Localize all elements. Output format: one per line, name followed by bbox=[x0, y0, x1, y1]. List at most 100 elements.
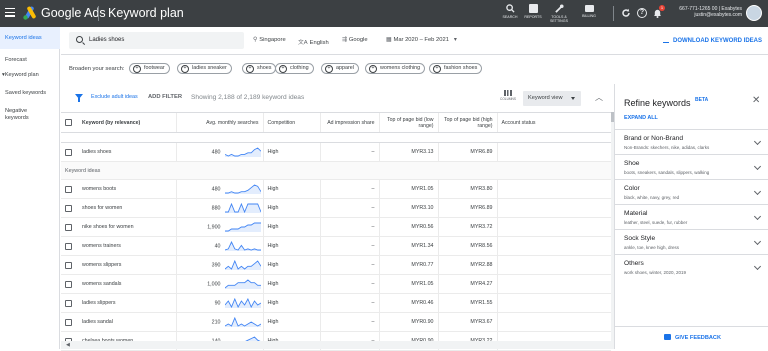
filter-funnel-icon[interactable] bbox=[75, 94, 83, 102]
searches-cell: 390 bbox=[175, 255, 263, 275]
broaden-chip[interactable]: womens clothing bbox=[365, 63, 426, 74]
refine-section-title: Shoe bbox=[624, 160, 640, 167]
broaden-chip[interactable]: apparel bbox=[321, 63, 359, 74]
col-header-keyword[interactable]: Keyword (by relevance) bbox=[78, 112, 176, 133]
row-checkbox[interactable] bbox=[65, 223, 72, 231]
collapse-chevron-icon[interactable]: ︿ bbox=[595, 92, 605, 102]
download-label: DOWNLOAD KEYWORD IDEAS bbox=[673, 38, 762, 44]
col-header-competition[interactable]: Competition bbox=[262, 112, 320, 133]
translate-icon: 文A bbox=[298, 40, 308, 46]
keyword-cell: womens sandals bbox=[78, 274, 176, 294]
download-keyword-ideas-button[interactable]: DOWNLOAD KEYWORD IDEAS bbox=[663, 37, 762, 44]
chevron-down-icon[interactable] bbox=[753, 162, 762, 171]
searches-value: 1,900 bbox=[207, 224, 221, 231]
table-row[interactable]: nike shoes for women 1,900 High – MYR0.56 MYR… bbox=[61, 217, 611, 237]
expand-all-button[interactable]: EXPAND ALL bbox=[624, 115, 658, 121]
impression-share-cell: – bbox=[319, 217, 379, 237]
refine-section-options: work shoes, winter, 2020, 2019 bbox=[624, 270, 687, 275]
language-filter[interactable]: 文A English bbox=[298, 37, 329, 46]
trend-sparkline bbox=[224, 317, 261, 327]
avatar[interactable] bbox=[746, 5, 762, 21]
refine-section-title: Color bbox=[624, 185, 640, 192]
section-row: Keyword ideas bbox=[61, 161, 611, 180]
table-toolbar: Exclude adult ideas ADD FILTER Showing 2… bbox=[61, 84, 613, 112]
refine-section[interactable]: Shoe boots, sneakers, sandals, slippers, … bbox=[615, 154, 768, 180]
account-status-cell bbox=[496, 274, 611, 294]
refine-title: Refine keywords bbox=[624, 98, 691, 108]
broaden-chip[interactable]: clothing bbox=[275, 63, 314, 74]
columns-button[interactable]: COLUMNS bbox=[497, 90, 519, 101]
chevron-down-icon[interactable] bbox=[753, 262, 762, 271]
table-row[interactable]: womens trainers 40 High – MYR1.34 MYR8.56 bbox=[61, 236, 611, 256]
table-row[interactable]: womens sandals 1,000 High – MYR1.05 MYR4.27 bbox=[61, 274, 611, 294]
network-filter[interactable]: ⇶ Google bbox=[342, 37, 368, 43]
sidebar-item-saved-keywords[interactable]: Saved keywords bbox=[5, 90, 59, 97]
refine-section[interactable]: Sock Style ankle, toe, knee high, dress bbox=[615, 229, 768, 255]
chevron-down-icon[interactable] bbox=[753, 212, 762, 221]
col-header-bid-high[interactable]: Top of page bid (high range) bbox=[437, 112, 497, 133]
table-row[interactable]: shoes for women 880 High – MYR3.10 MYR6.89 bbox=[61, 198, 611, 218]
tools-settings-button[interactable]: TOOLS & SETTINGS bbox=[546, 4, 572, 23]
searches-cell: 1,000 bbox=[175, 274, 263, 294]
reports-tool-button[interactable]: REPORTS bbox=[520, 4, 546, 19]
refine-section[interactable]: Others work shoes, winter, 2020, 2019 bbox=[615, 254, 768, 280]
billing-tool-button[interactable]: BILLING bbox=[576, 4, 602, 18]
row-checkbox[interactable] bbox=[65, 299, 72, 307]
table-row[interactable]: womens boots 480 High – MYR1.05 MYR3.80 bbox=[61, 179, 611, 199]
refine-section-options: ankle, toe, knee high, dress bbox=[624, 245, 680, 250]
chevron-down-icon[interactable] bbox=[753, 187, 762, 196]
keyword-search-input[interactable]: Ladies shoes bbox=[69, 32, 244, 49]
row-checkbox[interactable] bbox=[65, 242, 72, 250]
col-header-impression-share[interactable]: Ad impression share bbox=[319, 112, 379, 133]
refine-section-title: Material bbox=[624, 210, 648, 217]
col-header-account-status[interactable]: Account status bbox=[496, 112, 611, 133]
exclude-adult-ideas-toggle[interactable]: Exclude adult ideas bbox=[91, 94, 138, 100]
refresh-icon[interactable] bbox=[621, 8, 631, 18]
sidebar-item-negative-keywords[interactable]: Negative keywords bbox=[5, 108, 45, 122]
competition-cell: High bbox=[262, 255, 320, 275]
row-checkbox[interactable] bbox=[65, 185, 72, 193]
scroll-left-arrow-icon[interactable]: ◀ bbox=[66, 342, 70, 348]
impression-share-cell: – bbox=[319, 142, 379, 162]
row-checkbox[interactable] bbox=[65, 261, 72, 269]
col-header-bid-low[interactable]: Top of page bid (low range) bbox=[378, 112, 438, 133]
searches-cell: 40 bbox=[175, 236, 263, 256]
hamburger-menu-icon[interactable] bbox=[5, 8, 15, 17]
account-info[interactable]: 667-771-1265 00 | Exabytes justin@exabyt… bbox=[672, 6, 742, 18]
select-all-checkbox[interactable] bbox=[65, 119, 72, 126]
help-icon[interactable]: ? bbox=[637, 8, 647, 18]
searches-value: 210 bbox=[211, 319, 221, 326]
reports-icon bbox=[528, 4, 538, 13]
keyword-view-select[interactable]: Keyword view bbox=[523, 91, 581, 106]
chevron-down-icon[interactable] bbox=[753, 137, 762, 146]
row-checkbox-cell bbox=[61, 198, 78, 218]
bid-high-cell: MYR8.56 bbox=[437, 236, 497, 256]
table-row[interactable]: ladies sandal 210 High – MYR0.90 MYR3.67 bbox=[61, 312, 611, 332]
bid-low-cell: MYR1.05 bbox=[378, 274, 438, 294]
table-row[interactable]: ladies slippers 90 High – MYR0.46 MYR1.55 bbox=[61, 293, 611, 313]
refine-section[interactable]: Color black, white, navy, grey, red bbox=[615, 179, 768, 205]
refine-section[interactable]: Material leather, steel, suede, fur, rubb… bbox=[615, 204, 768, 230]
date-range-filter[interactable]: ▦ Mar 2020 – Feb 2021 ▾ bbox=[386, 37, 459, 43]
sidebar-item-forecast[interactable]: Forecast bbox=[5, 57, 59, 64]
broaden-chip[interactable]: footwear bbox=[129, 63, 170, 74]
broaden-chip[interactable]: fashion shoes bbox=[429, 63, 483, 74]
sidebar-item-keyword-ideas[interactable]: Keyword ideas bbox=[5, 35, 59, 42]
location-filter[interactable]: ⚲ Singapore bbox=[253, 37, 286, 43]
table-horizontal-scrollbar[interactable]: ◀ bbox=[61, 341, 611, 349]
row-checkbox[interactable] bbox=[65, 318, 72, 326]
broaden-chip[interactable]: shoes bbox=[242, 63, 277, 74]
col-header-searches[interactable]: Avg. monthly searches bbox=[175, 112, 263, 133]
broaden-chip[interactable]: ladies sneaker bbox=[177, 63, 232, 74]
add-filter-button[interactable]: ADD FILTER bbox=[148, 94, 182, 100]
table-row[interactable]: ladies shoes 480 High – MYR3.13 MYR6.89 bbox=[61, 142, 611, 162]
close-icon[interactable]: ✕ bbox=[752, 96, 760, 106]
row-checkbox[interactable] bbox=[65, 204, 72, 212]
row-checkbox[interactable] bbox=[65, 280, 72, 288]
row-checkbox[interactable] bbox=[65, 148, 72, 156]
chevron-down-icon[interactable] bbox=[753, 237, 762, 246]
refine-section[interactable]: Brand or Non-Brand Non-Brands: skechers, … bbox=[615, 129, 768, 155]
give-feedback-button[interactable]: GIVE FEEDBACK bbox=[675, 335, 721, 341]
table-row[interactable]: womens slippers 390 High – MYR0.77 MYR2.88 bbox=[61, 255, 611, 275]
sidebar-item-keyword-plan[interactable]: ▾Keyword plan bbox=[2, 72, 56, 79]
